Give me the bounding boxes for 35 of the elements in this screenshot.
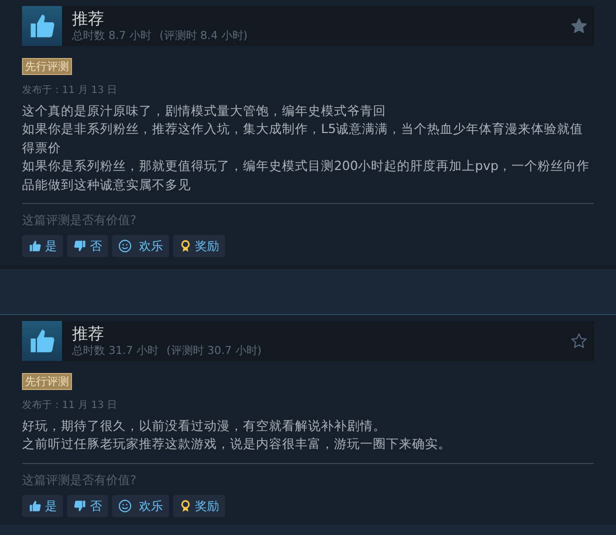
verdict-title: 推荐 <box>72 324 105 344</box>
helpful-question: 这篇评测是否有价值? <box>22 212 138 230</box>
thumbs-down-icon <box>73 498 87 513</box>
review-text: 如果你是系列粉丝，那就更值得玩了，编年史模式目测200小时起的肝度再加上pvp，一个粉丝向作品能做到这种诚意实属不多见 <box>22 157 590 194</box>
posted-date: 发布于：11 月 13 日 <box>22 84 118 98</box>
verdict-title: 推荐 <box>72 9 105 30</box>
hours-played: 总时数 31.7 小时 <box>72 344 158 358</box>
early-access-tag: 先行评测 <box>22 373 72 390</box>
thumbs-up-icon <box>28 498 42 513</box>
helpful-question: 这篇评测是否有价值? <box>22 472 138 489</box>
award-icon <box>179 498 192 513</box>
vote-button[interactable]: 是 <box>22 235 63 258</box>
posted-date: 发布于：11 月 13 日 <box>22 399 118 414</box>
vote-button[interactable]: 否 <box>67 235 108 258</box>
hours-played: 总时数 8.7 小时 <box>72 29 152 43</box>
review-text: 如果你是非系列粉丝，推荐这作入坑，集大成制作，L5诚意满满，当个热血少年体育漫来体验就值得票价 <box>22 120 584 157</box>
favorite-star[interactable] <box>570 332 588 350</box>
vote-button[interactable]: 奖励 <box>173 494 225 517</box>
thumbs-up-icon <box>28 239 42 254</box>
hours-at-review: (评测时 30.7 小时) <box>166 344 262 358</box>
hours-at-review: (评测时 8.4 小时) <box>160 29 248 43</box>
vote-button[interactable]: 是 <box>22 494 63 517</box>
thumbs-down-icon <box>73 239 87 254</box>
vote-button[interactable]: 欢乐 <box>112 494 169 517</box>
smiley-icon <box>118 239 132 254</box>
favorite-star[interactable] <box>570 17 588 35</box>
review-text: 之前听过任豚老玩家推荐这款游戏，说是内容很丰富，游玩一圈下来确实。 <box>22 435 452 454</box>
vote-button[interactable]: 否 <box>67 494 108 517</box>
vote-button[interactable]: 欢乐 <box>112 235 169 258</box>
review-text: 这个真的是原汁原味了，剧情模式量大管饱，编年史模式爷青回 <box>22 102 387 120</box>
award-icon <box>179 239 192 254</box>
smiley-icon <box>118 498 132 513</box>
vote-button[interactable]: 奖励 <box>173 235 225 258</box>
review-text: 好玩，期待了很久，以前没看过动漫，有空就看解说补补剧情。 <box>22 417 387 436</box>
early-access-tag: 先行评测 <box>22 58 72 75</box>
